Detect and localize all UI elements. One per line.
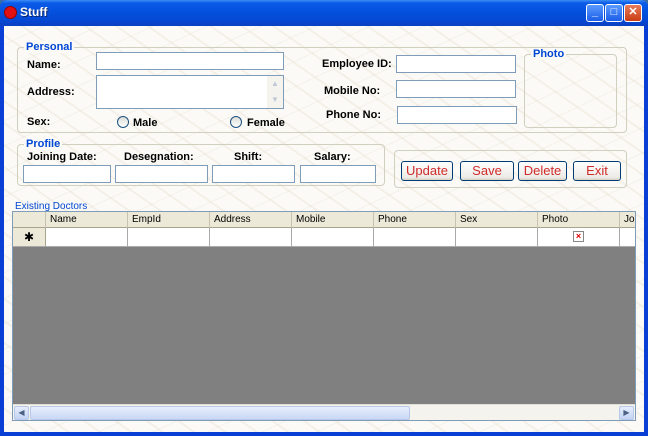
sex-label: Sex: <box>27 116 51 128</box>
column-header-joining[interactable]: Jo <box>620 212 635 228</box>
delete-button[interactable]: Delete <box>518 161 567 181</box>
column-header-name[interactable]: Name <box>46 212 128 228</box>
employee-id-label: Employee ID: <box>322 58 392 70</box>
broken-image-icon: × <box>573 231 584 242</box>
cell-photo[interactable]: × <box>538 228 620 247</box>
cell-joining[interactable] <box>620 228 635 247</box>
exit-button[interactable]: Exit <box>573 161 621 181</box>
minimize-button[interactable]: _ <box>586 4 604 22</box>
female-radio[interactable] <box>230 116 242 128</box>
name-input[interactable] <box>97 53 283 69</box>
save-button[interactable]: Save <box>460 161 514 181</box>
phone-input[interactable] <box>398 107 516 123</box>
grid-header: Name EmpId Address Mobile Phone Sex Phot… <box>13 212 635 228</box>
designation-field[interactable] <box>115 165 208 183</box>
joining-date-field[interactable] <box>23 165 111 183</box>
close-button[interactable]: ✕ <box>624 4 642 22</box>
employee-id-field[interactable] <box>396 55 516 73</box>
designation-input[interactable] <box>116 166 207 182</box>
column-header-photo[interactable]: Photo <box>538 212 620 228</box>
grid-corner-header[interactable] <box>13 212 46 228</box>
grid-horizontal-scrollbar[interactable]: ◀ ▶ <box>13 404 635 420</box>
address-input[interactable] <box>97 76 283 108</box>
employee-id-input[interactable] <box>397 56 515 72</box>
scroll-up-icon[interactable]: ▲ <box>268 77 282 91</box>
scroll-down-icon[interactable]: ▼ <box>268 93 282 107</box>
name-field[interactable] <box>96 52 284 70</box>
shift-label: Shift: <box>234 151 263 163</box>
column-header-sex[interactable]: Sex <box>456 212 538 228</box>
column-header-empid[interactable]: EmpId <box>128 212 210 228</box>
column-header-address[interactable]: Address <box>210 212 292 228</box>
mobile-input[interactable] <box>397 81 515 97</box>
cell-name[interactable] <box>46 228 128 247</box>
shift-input[interactable] <box>213 166 294 182</box>
joining-date-input[interactable] <box>24 166 110 182</box>
salary-input[interactable] <box>301 166 375 182</box>
phone-field[interactable] <box>397 106 517 124</box>
scroll-right-icon[interactable]: ▶ <box>619 406 634 420</box>
doctors-grid[interactable]: Name EmpId Address Mobile Phone Sex Phot… <box>12 211 636 421</box>
window-title: Stuff <box>20 5 48 19</box>
personal-group-title: Personal <box>24 41 75 53</box>
address-scrollbar[interactable]: ▲ ▼ <box>267 76 283 108</box>
form-client-area: Personal Name: Address: ▲ ▼ Sex: Male Fe… <box>4 26 644 432</box>
table-row[interactable]: ✱ × <box>13 228 635 247</box>
address-field[interactable]: ▲ ▼ <box>96 75 284 109</box>
update-button[interactable]: Update <box>401 161 453 181</box>
cell-empid[interactable] <box>128 228 210 247</box>
mobile-label: Mobile No: <box>324 85 381 97</box>
app-icon <box>4 6 17 19</box>
joining-date-label: Joining Date: <box>27 151 97 163</box>
designation-label: Desegnation: <box>124 151 194 163</box>
profile-group-title: Profile <box>24 138 63 150</box>
cell-sex[interactable] <box>456 228 538 247</box>
male-radio[interactable] <box>117 116 129 128</box>
new-row-icon[interactable]: ✱ <box>13 228 46 247</box>
female-label: Female <box>247 117 285 129</box>
app-window: Stuff _ □ ✕ Personal Name: Address: ▲ ▼ … <box>0 0 648 436</box>
address-label: Address: <box>27 86 75 98</box>
cell-phone[interactable] <box>374 228 456 247</box>
name-label: Name: <box>27 59 61 71</box>
column-header-phone[interactable]: Phone <box>374 212 456 228</box>
maximize-button[interactable]: □ <box>605 4 623 22</box>
male-label: Male <box>133 117 158 129</box>
shift-field[interactable] <box>212 165 295 183</box>
title-bar[interactable]: Stuff _ □ ✕ <box>0 0 648 26</box>
cell-mobile[interactable] <box>292 228 374 247</box>
phone-label: Phone No: <box>326 109 381 121</box>
cell-address[interactable] <box>210 228 292 247</box>
salary-field[interactable] <box>300 165 376 183</box>
scroll-left-icon[interactable]: ◀ <box>14 406 29 420</box>
column-header-mobile[interactable]: Mobile <box>292 212 374 228</box>
salary-label: Salary: <box>314 151 351 163</box>
photo-group[interactable]: Photo <box>524 48 617 128</box>
photo-group-title: Photo <box>531 48 567 60</box>
scroll-thumb[interactable] <box>30 406 410 420</box>
mobile-field[interactable] <box>396 80 516 98</box>
